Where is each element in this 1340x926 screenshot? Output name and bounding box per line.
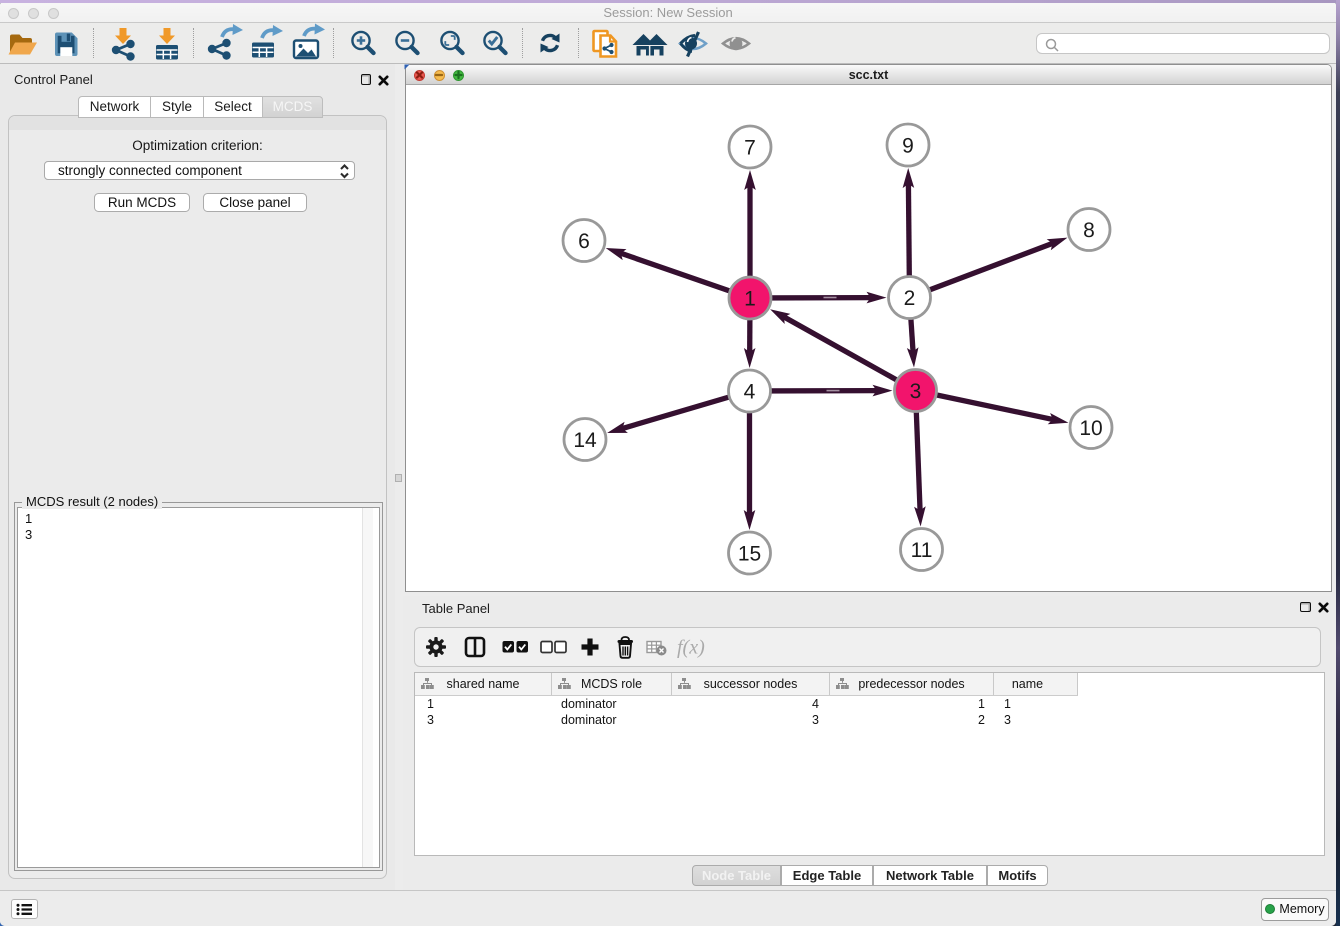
svg-text:9: 9 xyxy=(902,135,914,158)
svg-text:10: 10 xyxy=(1079,417,1102,440)
svg-text:14: 14 xyxy=(573,429,597,452)
svg-text:2: 2 xyxy=(904,287,916,310)
svg-text:1: 1 xyxy=(744,288,756,311)
svg-text:8: 8 xyxy=(1083,219,1095,242)
svg-text:6: 6 xyxy=(578,230,590,253)
svg-text:7: 7 xyxy=(744,137,756,160)
svg-text:11: 11 xyxy=(911,539,933,562)
svg-text:15: 15 xyxy=(738,543,761,566)
svg-text:f(x): f(x) xyxy=(677,637,705,659)
svg-text:4: 4 xyxy=(744,381,756,404)
svg-text:3: 3 xyxy=(910,380,922,403)
